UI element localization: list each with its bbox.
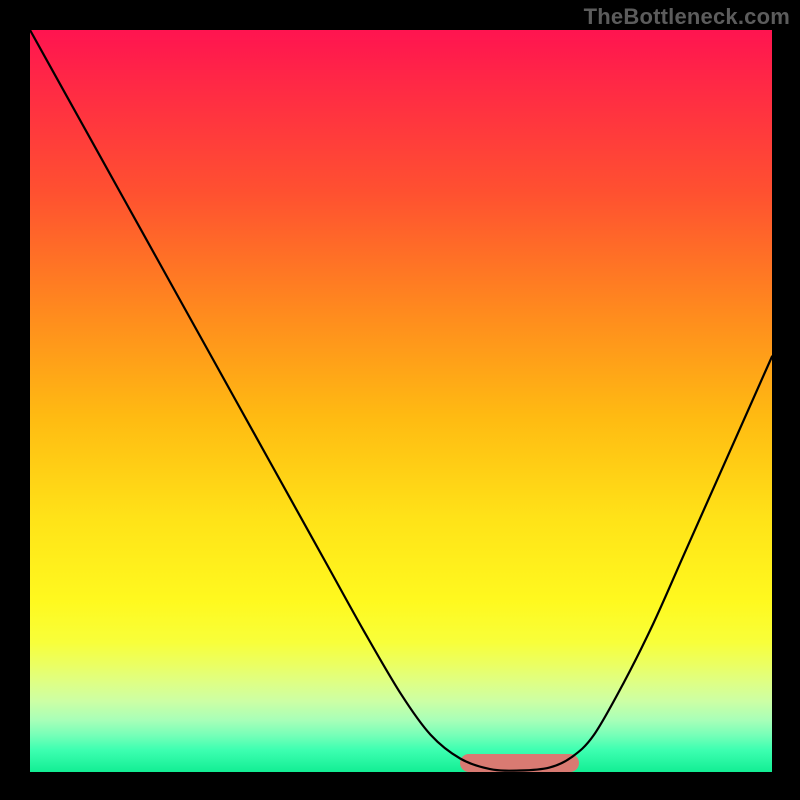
curve-path [30, 30, 772, 771]
watermark-text: TheBottleneck.com [584, 4, 790, 30]
bottleneck-curve [30, 30, 772, 772]
plot-area [30, 30, 772, 772]
chart-frame: TheBottleneck.com [0, 0, 800, 800]
